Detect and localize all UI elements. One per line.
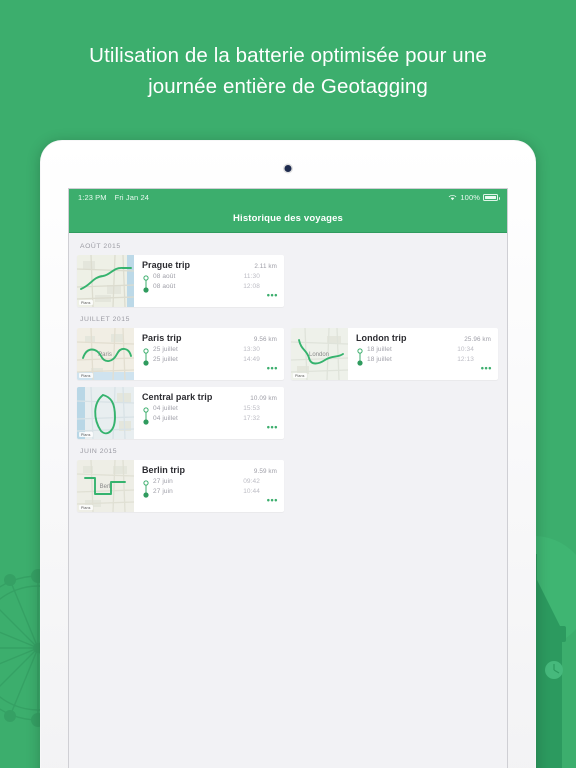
trip-distance: 2.11 km [254, 263, 277, 270]
trip-end-time: 12:08 [243, 283, 260, 290]
map-attribution: Plans [293, 373, 307, 378]
trip-start-date: 04 juillet [153, 405, 178, 412]
trip-end-date: 27 juin [153, 488, 173, 495]
map-attribution: Plans [79, 373, 93, 378]
trip-start-date: 18 juillet [367, 346, 392, 353]
trip-name: London trip [356, 333, 407, 343]
map-attribution: Plans [79, 505, 93, 510]
camera-dot-icon [284, 165, 292, 172]
trip-timeline: 08 août 11:30 08 août 12:08 [142, 273, 277, 293]
trip-map-thumbnail[interactable]: London Plans [291, 328, 348, 380]
trip-end-row: 04 juillet 17:32 [153, 415, 277, 425]
trip-card-grid: Berl Plans Berlin trip 9.59 km 27 juin 0… [77, 460, 499, 512]
svg-text:London: London [309, 352, 329, 358]
trip-map-thumbnail[interactable]: Plans [77, 255, 134, 307]
trip-details: Berlin trip 9.59 km 27 juin 09:42 27 jui… [134, 460, 284, 512]
trip-more-button[interactable]: ••• [267, 364, 278, 373]
trip-more-button[interactable]: ••• [267, 423, 278, 432]
trip-history-list[interactable]: AOÛT 2015 Plans Prague trip 2.11 km 08 a… [69, 234, 507, 768]
map-attribution: Plans [79, 432, 93, 437]
trip-card-grid: Plans Prague trip 2.11 km 08 août 11:30 … [77, 255, 499, 307]
trip-details: London trip 25.96 km 18 juillet 10:34 18… [348, 328, 498, 380]
svg-text:Berl: Berl [100, 484, 111, 490]
trip-timeline: 04 juillet 15:53 04 juillet 17:32 [142, 405, 277, 425]
trip-end-date: 08 août [153, 283, 176, 290]
trip-start-row: 18 juillet 10:34 [367, 346, 491, 356]
trip-map-thumbnail[interactable]: Paris Plans [77, 328, 134, 380]
trip-distance: 10.09 km [250, 395, 277, 402]
trip-timeline: 25 juillet 13:30 25 juillet 14:49 [142, 346, 277, 366]
trip-start-date: 08 août [153, 273, 176, 280]
section-header: JUILLET 2015 [80, 316, 130, 323]
page-title: Historique des voyages [233, 213, 343, 224]
trip-card[interactable]: Plans Prague trip 2.11 km 08 août 11:30 … [77, 255, 284, 307]
trip-end-time: 10:44 [243, 488, 260, 495]
status-bar: 1:23 PM Fri Jan 24 100% [69, 189, 507, 205]
trip-name: Paris trip [142, 333, 182, 343]
section-header: AOÛT 2015 [80, 243, 121, 250]
map-attribution: Plans [79, 300, 93, 305]
trip-timeline: 18 juillet 10:34 18 juillet 12:13 [356, 346, 491, 366]
trip-card[interactable]: Plans Central park trip 10.09 km 04 juil… [77, 387, 284, 439]
status-time: 1:23 PM [78, 192, 107, 202]
trip-end-row: 18 juillet 12:13 [367, 356, 491, 366]
tablet-device: 1:23 PM Fri Jan 24 100% Historique des v… [40, 140, 536, 768]
trip-start-date: 27 juin [153, 478, 173, 485]
trip-card[interactable]: London Plans London trip 25.96 km 18 jui… [291, 328, 498, 380]
trip-start-time: 11:30 [243, 273, 260, 280]
trip-start-time: 09:42 [243, 478, 260, 485]
trip-details: Central park trip 10.09 km 04 juillet 15… [134, 387, 284, 439]
trip-end-date: 04 juillet [153, 415, 178, 422]
trip-more-button[interactable]: ••• [267, 496, 278, 505]
trip-start-time: 13:30 [243, 346, 260, 353]
trip-start-time: 15:53 [243, 405, 260, 412]
wifi-icon [448, 194, 457, 201]
trip-map-thumbnail[interactable]: Berl Plans [77, 460, 134, 512]
trip-distance: 9.56 km [253, 336, 277, 343]
trip-start-row: 04 juillet 15:53 [153, 405, 277, 415]
promo-headline: Utilisation de la batterie optimisée pou… [0, 40, 576, 102]
trip-start-row: 27 juin 09:42 [153, 478, 277, 488]
trip-card-grid: Paris Plans Paris trip 9.56 km 25 juille… [77, 328, 499, 439]
trip-end-time: 17:32 [243, 415, 260, 422]
status-date: Fri Jan 24 [114, 192, 149, 202]
trip-more-button[interactable]: ••• [481, 364, 492, 373]
trip-details: Paris trip 9.56 km 25 juillet 13:30 25 j… [134, 328, 284, 380]
trip-start-time: 10:34 [457, 346, 474, 353]
trip-end-time: 12:13 [457, 356, 474, 363]
headline-line-2: journée entière de Geotagging [148, 75, 428, 98]
trip-end-date: 18 juillet [367, 356, 392, 363]
trip-start-date: 25 juillet [153, 346, 178, 353]
trip-end-row: 25 juillet 14:49 [153, 356, 277, 366]
trip-end-time: 14:49 [243, 356, 260, 363]
trip-map-thumbnail[interactable]: Plans [77, 387, 134, 439]
headline-line-1: Utilisation de la batterie optimisée pou… [89, 44, 487, 67]
trip-name: Central park trip [142, 392, 213, 402]
trip-end-row: 27 juin 10:44 [153, 488, 277, 498]
trip-end-row: 08 août 12:08 [153, 283, 277, 293]
trip-distance: 9.59 km [253, 468, 277, 475]
trip-card[interactable]: Berl Plans Berlin trip 9.59 km 27 juin 0… [77, 460, 284, 512]
trip-name: Prague trip [142, 260, 191, 270]
trip-start-row: 25 juillet 13:30 [153, 346, 277, 356]
trip-details: Prague trip 2.11 km 08 août 11:30 08 aoû… [134, 255, 284, 307]
nav-bar: Historique des voyages [69, 205, 507, 233]
trip-end-date: 25 juillet [153, 356, 178, 363]
trip-timeline: 27 juin 09:42 27 juin 10:44 [142, 478, 277, 498]
battery-full-icon [483, 193, 500, 201]
battery-percent: 100% [460, 192, 480, 202]
trip-start-row: 08 août 11:30 [153, 273, 277, 283]
device-screen: 1:23 PM Fri Jan 24 100% Historique des v… [68, 188, 508, 768]
section-header: JUIN 2015 [80, 448, 118, 455]
trip-more-button[interactable]: ••• [267, 291, 278, 300]
trip-name: Berlin trip [142, 465, 186, 475]
trip-distance: 25.96 km [464, 336, 491, 343]
trip-card[interactable]: Paris Plans Paris trip 9.56 km 25 juille… [77, 328, 284, 380]
